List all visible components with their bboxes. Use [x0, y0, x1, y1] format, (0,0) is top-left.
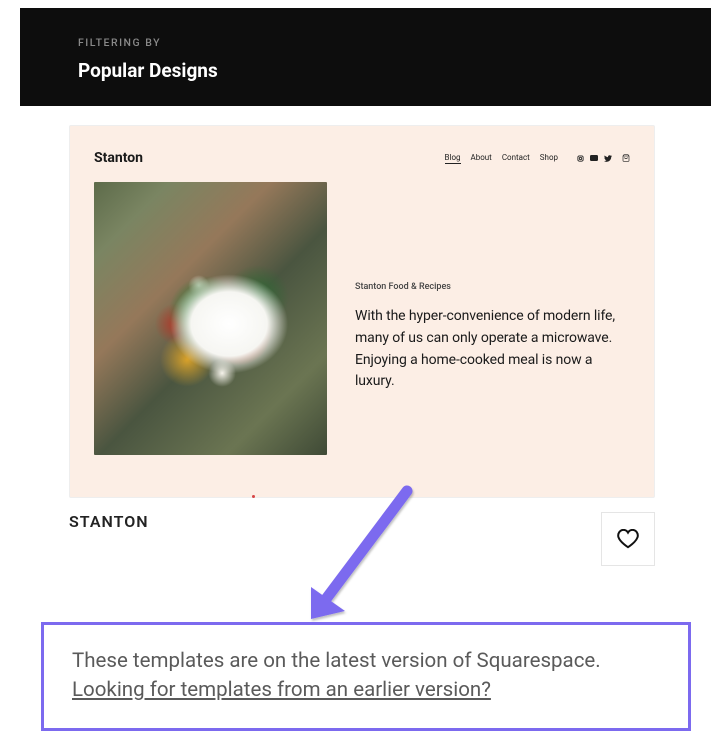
notice-text: These templates are on the latest versio… — [72, 647, 660, 704]
earlier-version-link[interactable]: Looking for templates from an earlier ve… — [72, 678, 491, 702]
nav-social-icons — [576, 154, 630, 162]
template-footer: STANTON — [69, 512, 655, 566]
filter-header: FILTERING BY Popular Designs — [20, 8, 711, 106]
food-salad-image — [94, 182, 327, 455]
template-logo: Stanton — [94, 150, 143, 166]
favorite-button[interactable] — [601, 512, 655, 566]
youtube-icon — [590, 154, 598, 162]
version-notice-box: These templates are on the latest versio… — [41, 622, 691, 731]
nav-link-shop: Shop — [540, 153, 558, 163]
instagram-icon — [576, 154, 584, 162]
template-name-label: STANTON — [69, 512, 149, 531]
template-body: Stanton Food & Recipes With the hyper-co… — [94, 182, 630, 455]
nav-link-blog: Blog — [445, 153, 461, 164]
heart-icon — [617, 529, 639, 549]
nav-link-about: About — [471, 153, 492, 163]
cart-icon — [622, 154, 630, 162]
filtering-by-label: FILTERING BY — [78, 36, 671, 49]
filter-title: Popular Designs — [78, 59, 671, 82]
template-preview-header: Stanton Blog About Contact Shop — [94, 150, 630, 166]
template-description: With the hyper-convenience of modern lif… — [355, 306, 630, 393]
nav-link-contact: Contact — [502, 153, 530, 163]
slide-indicator — [252, 495, 255, 498]
template-preview-card[interactable]: Stanton Blog About Contact Shop — [69, 125, 655, 498]
template-subheading: Stanton Food & Recipes — [355, 282, 630, 292]
notice-main-text: These templates are on the latest versio… — [72, 649, 601, 673]
template-nav: Blog About Contact Shop — [445, 153, 630, 164]
twitter-icon — [604, 154, 612, 162]
template-text-block: Stanton Food & Recipes With the hyper-co… — [355, 244, 630, 393]
